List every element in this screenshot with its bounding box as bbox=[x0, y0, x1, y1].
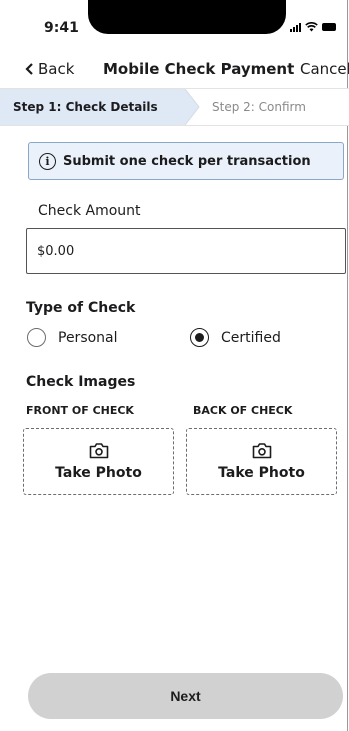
radio-circle-selected[interactable] bbox=[190, 328, 209, 347]
info-text: Submit one check per transaction bbox=[63, 153, 311, 169]
camera-icon bbox=[89, 443, 108, 459]
status-time: 9:41 bbox=[44, 20, 79, 36]
check-type-heading: Type of Check bbox=[26, 300, 136, 316]
signal-icon bbox=[290, 22, 301, 32]
page-title: Mobile Check Payment bbox=[103, 60, 295, 78]
stepper: Step 1: Check Details Step 2: Confirm bbox=[0, 88, 349, 126]
check-images-heading: Check Images bbox=[26, 374, 136, 390]
battery-icon bbox=[322, 23, 336, 31]
cancel-button[interactable]: Cancel bbox=[300, 60, 349, 78]
status-icons bbox=[290, 22, 336, 32]
take-photo-back-label: Take Photo bbox=[218, 465, 305, 481]
back-button[interactable]: Back bbox=[25, 60, 74, 78]
phone-screen: 9:41 Back Mobile Check Payment Cancel St… bbox=[0, 0, 349, 731]
chevron-left-icon bbox=[25, 63, 33, 75]
take-photo-back-button[interactable]: Take Photo bbox=[186, 428, 337, 495]
radio-personal[interactable]: Personal bbox=[27, 328, 118, 347]
step-arrow bbox=[170, 89, 200, 125]
radio-certified-label: Certified bbox=[221, 329, 281, 346]
next-button[interactable]: Next bbox=[28, 673, 343, 719]
wifi-icon bbox=[305, 22, 318, 32]
radio-personal-label: Personal bbox=[58, 329, 118, 346]
step-2-tab[interactable]: Step 2: Confirm bbox=[212, 100, 306, 114]
check-amount-input[interactable] bbox=[26, 228, 346, 274]
step-1-tab[interactable]: Step 1: Check Details bbox=[13, 100, 158, 114]
front-of-check-label: FRONT OF CHECK bbox=[26, 404, 134, 417]
take-photo-front-label: Take Photo bbox=[55, 465, 142, 481]
radio-certified[interactable]: Certified bbox=[190, 328, 281, 347]
info-icon: i bbox=[39, 152, 56, 170]
notch bbox=[88, 0, 286, 34]
radio-circle-unselected[interactable] bbox=[27, 328, 46, 347]
check-amount-label: Check Amount bbox=[38, 203, 141, 219]
back-of-check-label: BACK OF CHECK bbox=[193, 404, 293, 417]
info-banner: i Submit one check per transaction bbox=[28, 142, 344, 180]
radio-dot bbox=[195, 333, 204, 342]
nav-bar: Back Mobile Check Payment Cancel bbox=[0, 52, 349, 88]
status-bar: 9:41 bbox=[0, 0, 349, 48]
back-label: Back bbox=[38, 60, 75, 78]
take-photo-front-button[interactable]: Take Photo bbox=[23, 428, 174, 495]
camera-icon bbox=[252, 443, 271, 459]
